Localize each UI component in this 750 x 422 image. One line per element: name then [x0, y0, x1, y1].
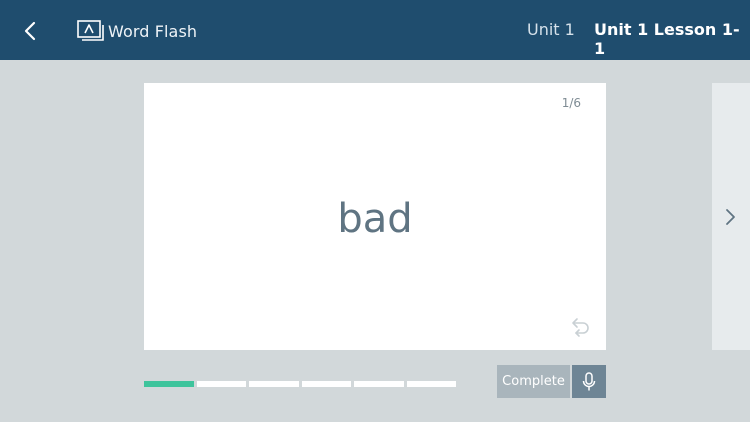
card-counter: 1/6 [561, 96, 581, 110]
flip-card-button[interactable] [568, 317, 592, 339]
breadcrumb-lesson: Unit 1 Lesson 1-1 [594, 20, 740, 58]
microphone-button[interactable] [572, 365, 606, 398]
undo-rotate-icon [572, 318, 589, 337]
complete-button[interactable]: Complete [497, 365, 570, 398]
top-bar: Word Flash Unit 1 Unit 1 Lesson 1-1 [0, 0, 750, 60]
chevron-left-icon [24, 21, 36, 41]
breadcrumb-unit[interactable]: Unit 1 [527, 20, 575, 39]
back-button[interactable] [14, 15, 46, 47]
app-title-group: Word Flash [77, 17, 197, 45]
progress-segment [249, 381, 299, 387]
progress-segment [196, 381, 246, 387]
progress-segment [144, 381, 194, 387]
progress-segment [354, 381, 404, 387]
progress-segment [301, 381, 351, 387]
flash-card[interactable]: 1/6 bad [144, 83, 606, 350]
next-card-button[interactable] [712, 83, 750, 350]
flashcard-icon [77, 20, 104, 41]
progress-bar [144, 381, 456, 387]
app-title: Word Flash [108, 21, 198, 41]
card-word: bad [337, 196, 413, 242]
progress-segment [406, 381, 456, 387]
microphone-icon [582, 371, 596, 390]
chevron-right-icon [726, 209, 735, 225]
